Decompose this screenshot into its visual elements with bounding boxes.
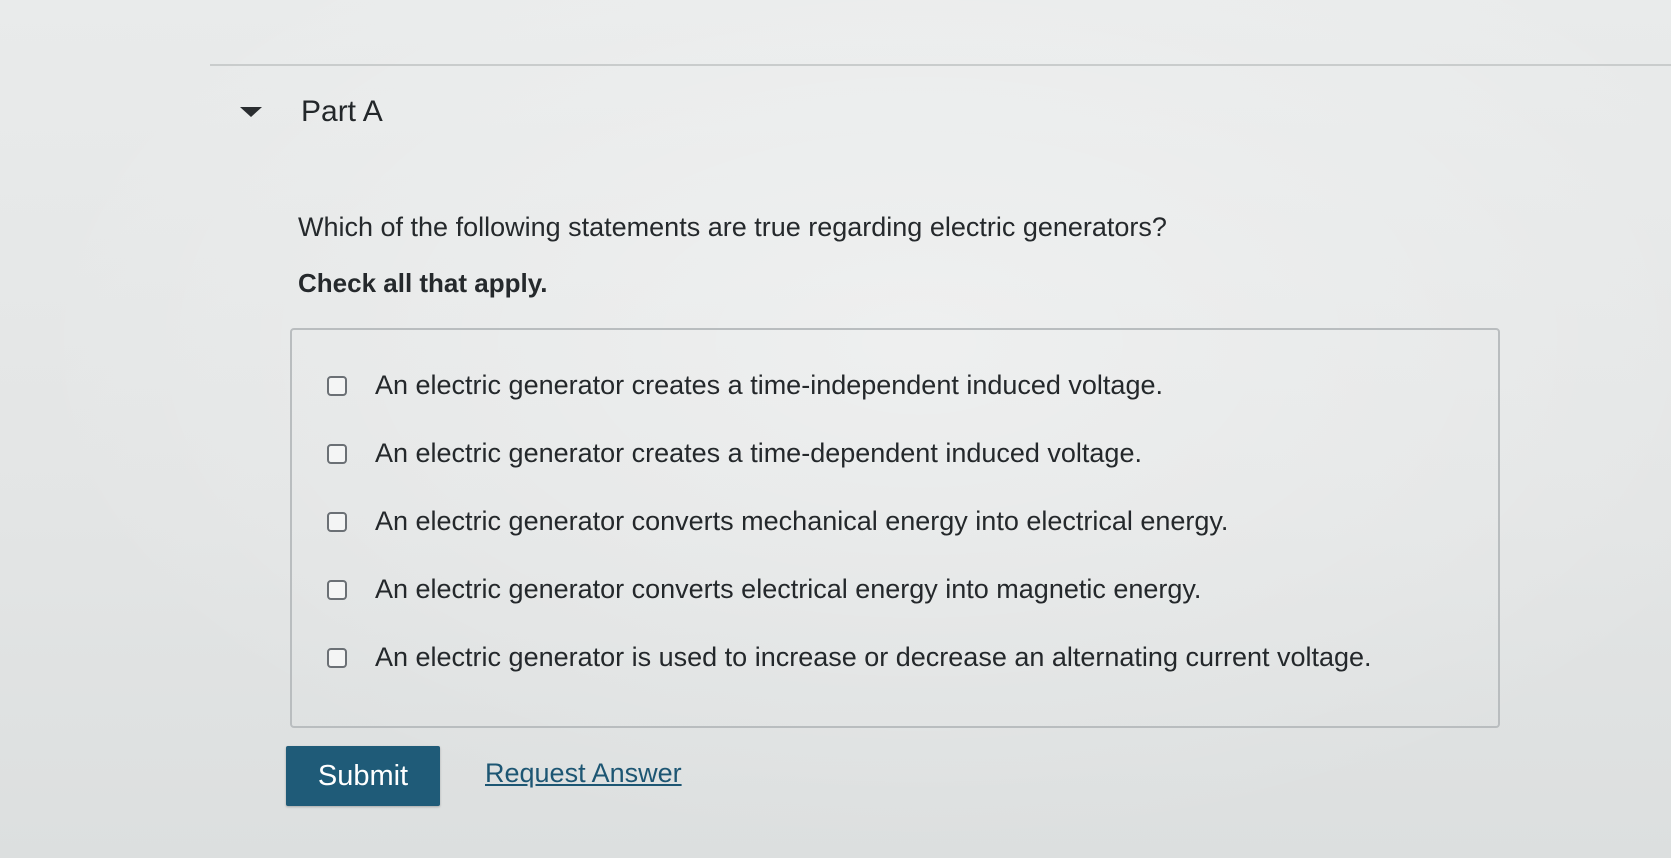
answer-options-box: An electric generator creates a time-ind… xyxy=(290,328,1500,728)
answer-option[interactable]: An electric generator converts mechanica… xyxy=(327,506,1228,537)
checkbox[interactable] xyxy=(327,579,347,600)
option-label: An electric generator creates a time-ind… xyxy=(375,370,1163,400)
option-label: An electric generator is used to increas… xyxy=(375,642,1372,672)
part-title: Part A xyxy=(301,95,383,128)
checkbox[interactable] xyxy=(327,375,347,396)
checkbox[interactable] xyxy=(327,511,347,532)
option-label: An electric generator converts mechanica… xyxy=(375,506,1229,536)
answer-option[interactable]: An electric generator is used to increas… xyxy=(327,642,1372,673)
instruction-text: Check all that apply. xyxy=(298,268,548,298)
request-answer-link[interactable]: Request Answer xyxy=(485,758,682,789)
answer-option[interactable]: An electric generator converts electrica… xyxy=(327,574,1201,605)
answer-option[interactable]: An electric generator creates a time-ind… xyxy=(327,370,1163,401)
option-label: An electric generator creates a time-dep… xyxy=(375,438,1142,468)
collapse-caret-icon[interactable] xyxy=(240,107,262,117)
submit-button[interactable]: Submit xyxy=(286,746,440,806)
section-divider xyxy=(210,64,1671,66)
part-header[interactable]: Part A xyxy=(240,92,383,132)
question-text: Which of the following statements are tr… xyxy=(298,212,1167,242)
answer-option[interactable]: An electric generator creates a time-dep… xyxy=(327,438,1142,469)
option-label: An electric generator converts electrica… xyxy=(375,574,1202,604)
checkbox[interactable] xyxy=(327,647,347,668)
checkbox[interactable] xyxy=(327,443,347,464)
